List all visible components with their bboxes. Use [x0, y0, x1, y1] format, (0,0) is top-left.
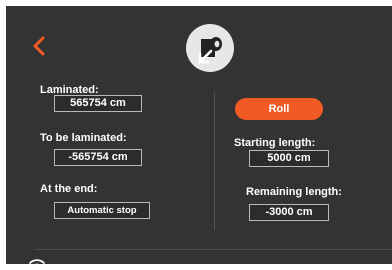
starting-length-label: Starting length: — [234, 137, 316, 149]
to-be-laminated-label: To be laminated: — [40, 132, 127, 144]
end-action-select[interactable]: Automatic stop — [54, 202, 150, 219]
wifi-icon — [29, 259, 45, 270]
footer-divider — [34, 249, 392, 250]
starting-length-value[interactable]: 5000 cm — [249, 150, 329, 167]
to-be-laminated-value: -565754 cm — [54, 149, 142, 166]
chevron-left-icon — [33, 36, 45, 56]
roll-unwind-icon — [198, 37, 222, 64]
remaining-length-label: Remaining length: — [246, 186, 342, 198]
roll-button[interactable]: Roll — [235, 98, 323, 120]
connection-status — [28, 255, 46, 270]
back-button[interactable] — [30, 34, 50, 58]
at-end-label: At the end: — [40, 183, 98, 195]
laminator-screen: Laminated: 565754 cm To be laminated: -5… — [6, 6, 392, 270]
roll-mode-indicator — [186, 24, 234, 72]
remaining-length-value: -3000 cm — [249, 204, 329, 221]
laminated-value: 565754 cm — [54, 95, 142, 112]
column-divider — [214, 92, 215, 230]
